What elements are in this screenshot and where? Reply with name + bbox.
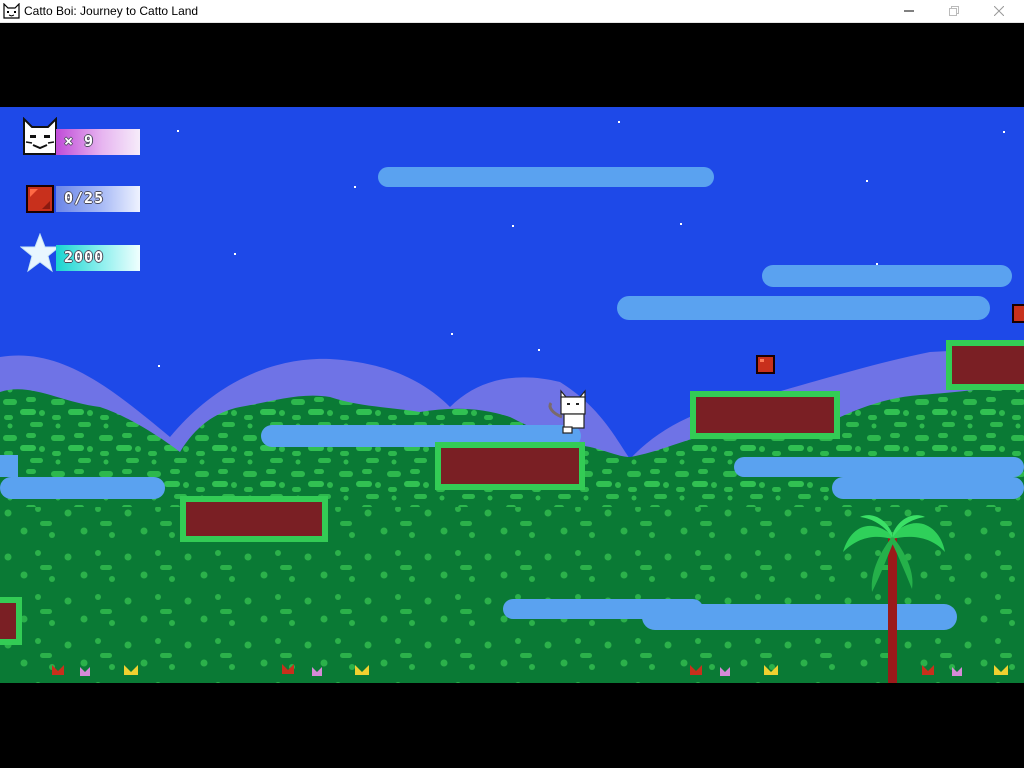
platform: [946, 340, 1024, 390]
cloud: [734, 457, 1024, 477]
close-button[interactable]: [976, 0, 1021, 22]
cloud: [832, 477, 1024, 499]
lives-bar: × 9: [56, 129, 140, 155]
window-title: Catto Boi: Journey to Catto Land: [24, 4, 199, 18]
platform: [0, 597, 22, 645]
red-gem: [1012, 304, 1024, 323]
cloud: [0, 477, 165, 499]
platform: [435, 442, 585, 490]
hud-score: 2000: [0, 232, 150, 273]
red-gem: [756, 355, 775, 374]
close-icon: [993, 6, 1004, 16]
cloud: [762, 265, 1012, 287]
cloud: [0, 455, 18, 477]
letterbox-bottom: [0, 683, 1024, 768]
cat-app-icon: [3, 2, 20, 19]
cloud: [378, 167, 714, 187]
gems-count: 0/25: [64, 189, 105, 207]
red-gem-icon: [26, 185, 54, 218]
hud-gems: 0/25: [0, 183, 150, 215]
gems-bar: 0/25: [56, 186, 140, 212]
hud-lives: × 9: [0, 116, 150, 160]
window-title-bar[interactable]: Catto Boi: Journey to Catto Land: [0, 0, 1024, 23]
cat-face-icon: [22, 116, 58, 160]
game-viewport[interactable]: × 9 0/25 2000: [0, 107, 1024, 683]
cloud: [617, 296, 990, 320]
cloud: [642, 604, 957, 630]
game-scene: [0, 107, 1024, 683]
score-bar: 2000: [56, 245, 140, 271]
lives-count: × 9: [64, 132, 95, 150]
star-icon: [19, 232, 61, 278]
minimize-button[interactable]: [886, 0, 931, 22]
platform: [180, 496, 328, 542]
minimize-icon: [903, 10, 914, 12]
maximize-button[interactable]: [931, 0, 976, 22]
letterbox-top: [0, 23, 1024, 107]
score-value: 2000: [64, 248, 105, 266]
platform: [690, 391, 840, 439]
maximize-icon: [948, 6, 959, 16]
